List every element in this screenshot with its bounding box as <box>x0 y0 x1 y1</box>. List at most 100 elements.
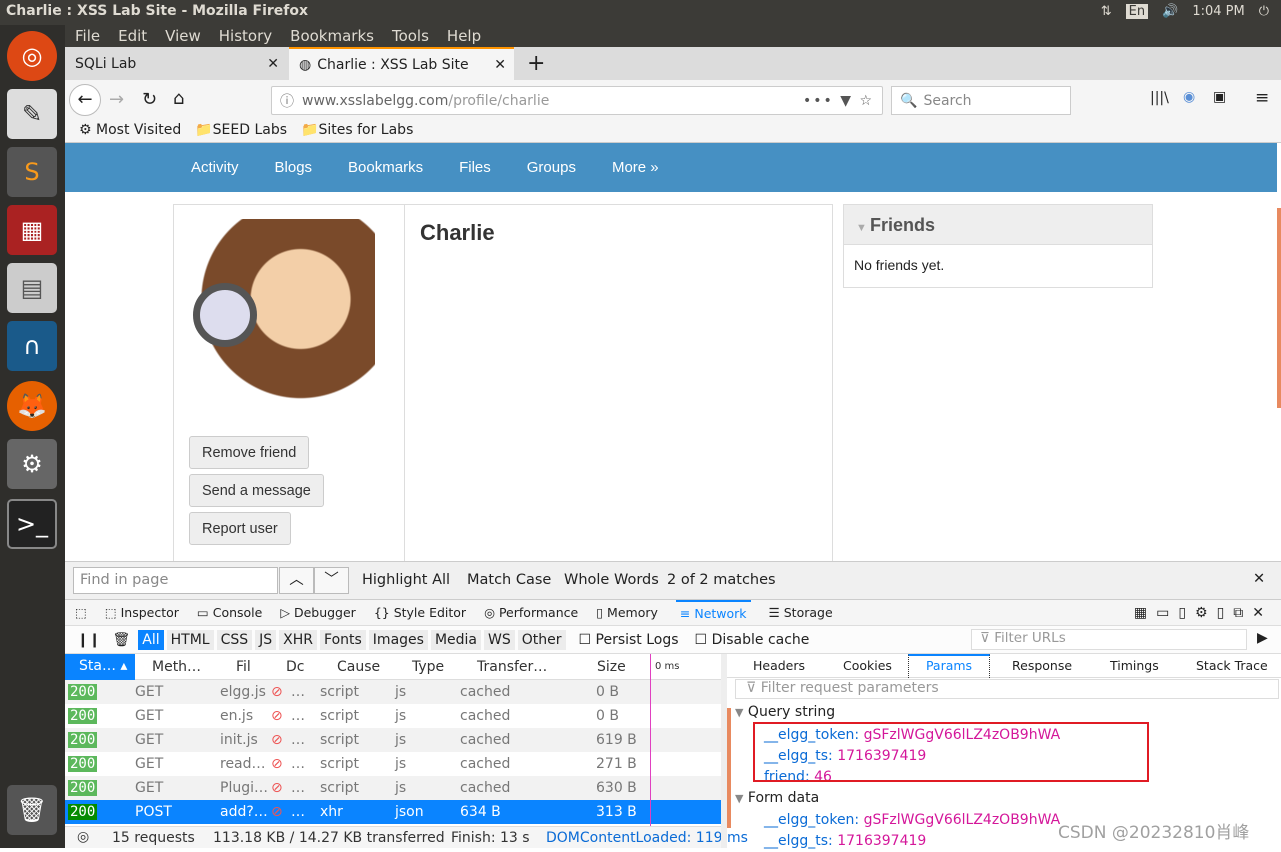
detail-tab-cookies[interactable]: Cookies <box>843 658 892 673</box>
devtools-tab-debugger[interactable]: ▷ Debugger <box>280 605 355 620</box>
close-find-bar-icon[interactable]: ✕ <box>1253 571 1265 587</box>
info-icon[interactable]: ⓘ <box>280 91 294 111</box>
nav-groups[interactable]: Groups <box>527 159 576 176</box>
menu-file[interactable]: File <box>75 27 100 47</box>
devtools-tab-network[interactable]: ≡ Network <box>675 600 751 625</box>
menu-view[interactable]: View <box>165 27 201 47</box>
settings-icon[interactable]: ⚙ <box>7 439 57 489</box>
detail-tab-params[interactable]: Params <box>908 654 990 678</box>
col-cause[interactable]: Cause <box>337 659 380 675</box>
table-row[interactable]: 200 GET elgg.js ⊘ … script js cached 0 B <box>65 680 721 704</box>
match-case-toggle[interactable]: Match Case <box>467 572 551 588</box>
nav-files[interactable]: Files <box>459 159 491 176</box>
details-scrollbar[interactable] <box>727 708 731 828</box>
filter-fonts[interactable]: Fonts <box>320 629 366 650</box>
filter-other[interactable]: Other <box>517 629 566 650</box>
devtools-tab-performance[interactable]: ◎ Performance <box>484 605 578 620</box>
nav-bookmarks[interactable]: Bookmarks <box>348 159 423 176</box>
disable-cache-checkbox[interactable]: ☐ Disable cache <box>695 632 810 648</box>
col-type[interactable]: Type <box>412 659 444 675</box>
col-size[interactable]: Size <box>597 659 626 675</box>
library-icon[interactable]: |||\ <box>1150 90 1169 106</box>
find-input[interactable]: Find in page <box>73 567 278 594</box>
devtools-window-controls[interactable]: ▦▭▯⚙▯⧉✕ <box>1134 605 1273 621</box>
remove-friend-button[interactable]: Remove friend <box>189 436 310 469</box>
sidebar-icon[interactable]: ▣ <box>1213 89 1226 105</box>
menu-bookmarks[interactable]: Bookmarks <box>290 27 374 47</box>
power-icon[interactable]: ⏻ <box>1259 4 1269 19</box>
filter-urls-input[interactable]: ⊽ Filter URLs <box>971 629 1247 650</box>
back-button[interactable]: ← <box>69 84 101 116</box>
search-input[interactable]: 🔍 Search <box>891 86 1071 115</box>
col-file[interactable]: Fil <box>236 659 251 675</box>
col-method[interactable]: Meth… <box>152 659 201 675</box>
filter-xhr[interactable]: XHR <box>279 629 318 650</box>
send-message-button[interactable]: Send a message <box>189 474 324 507</box>
toggle-sidebar-icon[interactable]: ▶ <box>1257 630 1268 646</box>
table-row[interactable]: 200 GET read… ⊘ … script js cached 271 B <box>65 752 721 776</box>
tab-xss-lab[interactable]: ◍ Charlie : XSS Lab Site ✕ <box>289 47 514 80</box>
devtools-tab-memory[interactable]: ▯ Memory <box>596 605 658 620</box>
menu-tools[interactable]: Tools <box>392 27 429 47</box>
terminal-icon[interactable]: >_ <box>7 499 57 549</box>
filter-media[interactable]: Media <box>430 629 481 650</box>
page-actions-icons[interactable]: ••• ▼ ☆ <box>803 93 874 109</box>
network-icon[interactable]: ⇅ <box>1101 4 1112 19</box>
menu-history[interactable]: History <box>219 27 272 47</box>
find-previous-button[interactable]: ︿ <box>279 567 314 594</box>
bookmark-most-visited[interactable]: ⚙ Most Visited <box>79 122 181 138</box>
table-row[interactable]: 200 GET init.js ⊘ … script js cached 619 B <box>65 728 721 752</box>
clock[interactable]: 1:04 PM <box>1192 4 1244 19</box>
tab-sqli-lab[interactable]: SQLi Lab ✕ <box>65 47 287 80</box>
home-button[interactable]: ⌂ <box>173 88 184 109</box>
report-user-button[interactable]: Report user <box>189 512 291 545</box>
bookmark-seed-labs[interactable]: 📁SEED Labs <box>195 122 287 138</box>
collapse-icon[interactable]: ▼ <box>856 222 870 234</box>
filter-images[interactable]: Images <box>368 629 428 650</box>
highlight-all-toggle[interactable]: Highlight All <box>362 572 450 588</box>
sublime-icon[interactable]: S <box>7 147 57 197</box>
table-row[interactable]: 200 POST add?… ⊘ … xhr json 634 B 313 B <box>65 800 721 824</box>
forward-button[interactable]: → <box>109 89 124 110</box>
filter-all[interactable]: All <box>138 629 164 650</box>
nav-blogs[interactable]: Blogs <box>275 159 313 176</box>
url-bar[interactable]: ⓘ www.xsslabelgg.com/profile/charlie •••… <box>271 86 883 115</box>
nav-more[interactable]: More » <box>612 159 659 176</box>
query-string-header[interactable]: ▼ Query string <box>735 704 835 720</box>
text-editor-icon[interactable]: ✎ <box>7 89 57 139</box>
firefox-icon[interactable]: 🦊 <box>7 381 57 431</box>
devtools-tab-storage[interactable]: ☰ Storage <box>769 605 833 620</box>
menu-help[interactable]: Help <box>447 27 481 47</box>
filter-css[interactable]: CSS <box>216 629 253 650</box>
page-scrollbar[interactable] <box>1277 208 1281 408</box>
filter-params-input[interactable]: ⊽ Filter request parameters <box>735 679 1279 699</box>
filter-html[interactable]: HTML <box>166 629 214 650</box>
col-waterfall[interactable]: 0 ms <box>655 661 680 672</box>
volume-icon[interactable]: 🔊 <box>1162 4 1178 19</box>
filter-js[interactable]: JS <box>255 629 277 650</box>
element-picker-icon[interactable]: ⬚ <box>75 605 87 620</box>
trash-icon[interactable]: 🗑 <box>7 785 57 835</box>
wireshark-icon[interactable]: ∩ <box>7 321 57 371</box>
filter-ws[interactable]: WS <box>484 629 515 650</box>
table-row[interactable]: 200 GET Plugi… ⊘ … script js cached 630 B <box>65 776 721 800</box>
find-next-button[interactable]: ﹀ <box>314 567 349 594</box>
clear-icon[interactable]: 🗑 <box>112 632 130 648</box>
close-tab-icon[interactable]: ✕ <box>494 57 506 73</box>
terminal-app-icon[interactable]: ▦ <box>7 205 57 255</box>
menu-edit[interactable]: Edit <box>118 27 147 47</box>
reload-button[interactable]: ↻ <box>142 89 157 110</box>
performance-icon[interactable]: ◎ <box>77 829 89 845</box>
col-transferred[interactable]: Transfer… <box>477 659 547 675</box>
close-tab-icon[interactable]: ✕ <box>267 56 279 72</box>
col-domain[interactable]: Dc <box>286 659 304 675</box>
col-status[interactable]: Sta… ▴ <box>65 653 135 680</box>
profile-avatar[interactable] <box>189 219 375 419</box>
keyboard-indicator[interactable]: En <box>1125 4 1149 19</box>
devtools-tab-style-editor[interactable]: {} Style Editor <box>374 605 466 620</box>
pause-icon[interactable]: ❙❙ <box>77 632 100 648</box>
form-data-header[interactable]: ▼ Form data <box>735 790 819 806</box>
detail-tab-headers[interactable]: Headers <box>753 658 805 673</box>
bookmark-sites-for-labs[interactable]: 📁Sites for Labs <box>301 122 413 138</box>
table-row[interactable]: 200 GET en.js ⊘ … script js cached 0 B <box>65 704 721 728</box>
